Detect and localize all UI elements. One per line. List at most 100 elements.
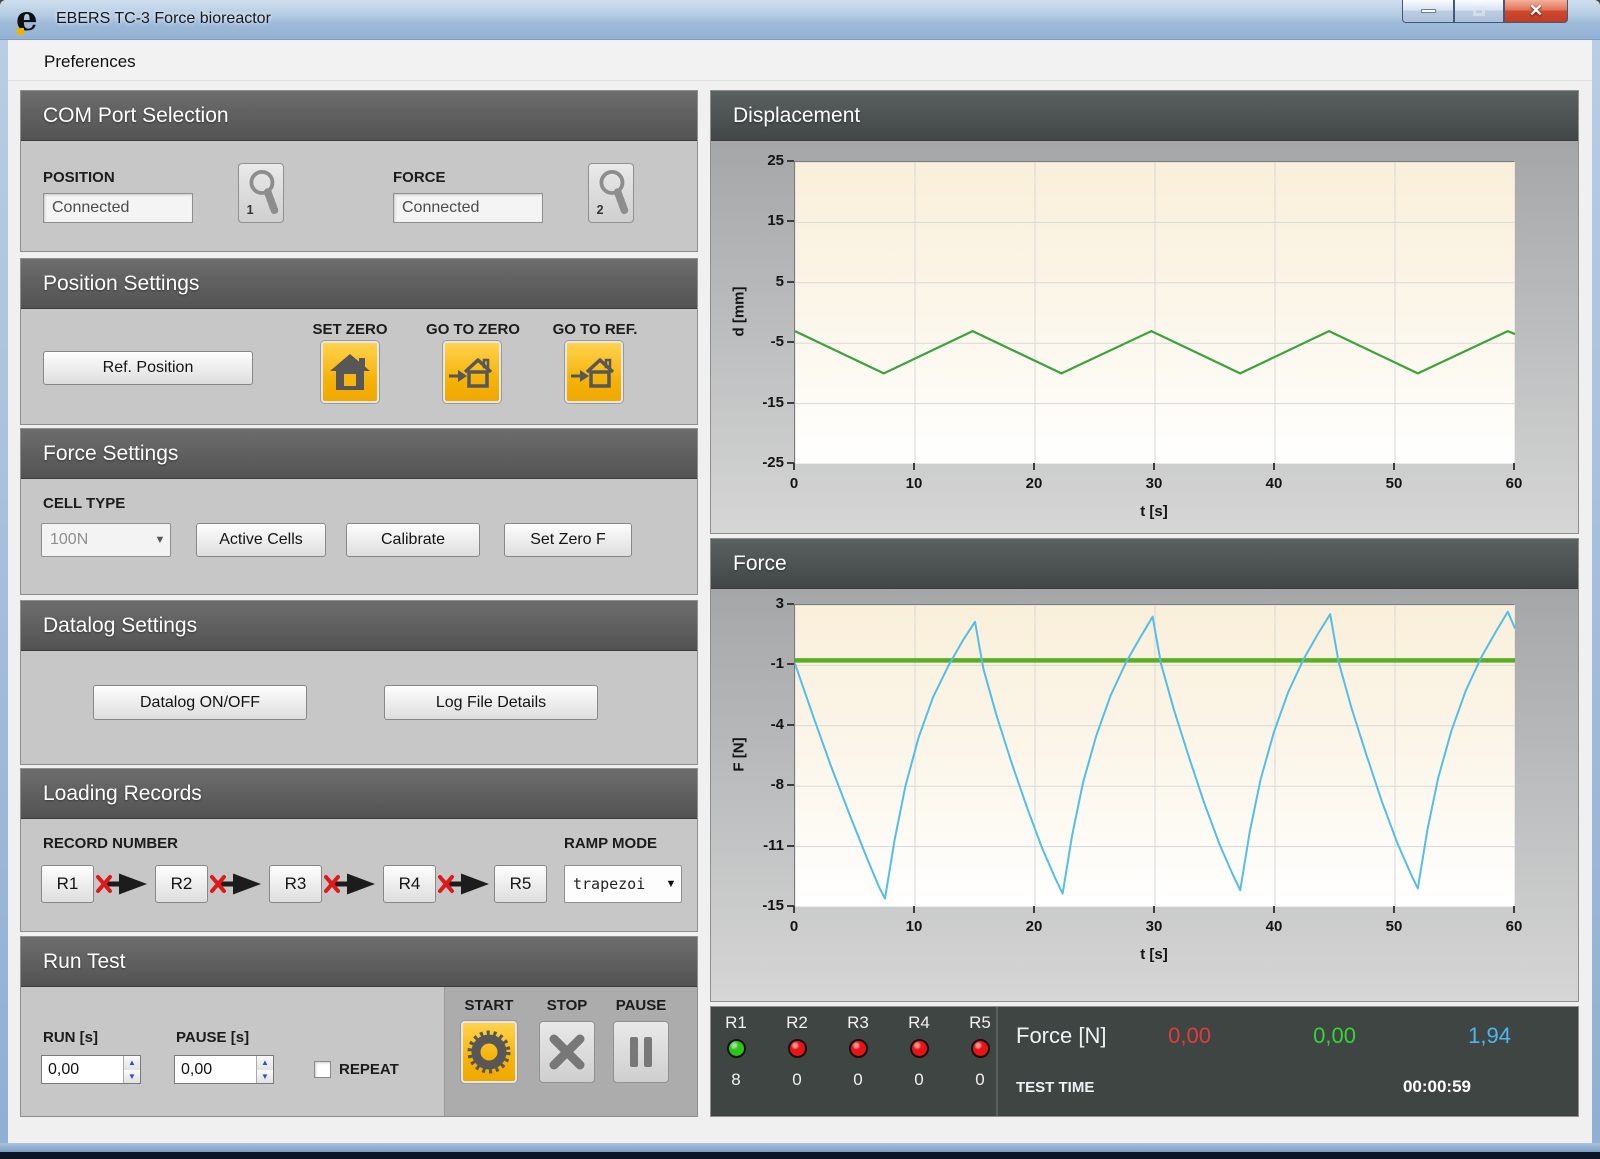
led-R3 (849, 1039, 868, 1058)
spin-up-button[interactable]: ▲ (257, 1056, 273, 1070)
ramp-mode-value: trapezoi (565, 875, 661, 893)
led-R4 (910, 1039, 929, 1058)
x-tick (913, 463, 915, 470)
cell-type-value: 100N (42, 531, 150, 549)
spin-down-button[interactable]: ▼ (257, 1070, 273, 1084)
set-zero-button[interactable] (321, 341, 379, 403)
record-led-column: R4 0 (897, 1013, 941, 1090)
y-tick-label: 25 (738, 152, 784, 169)
x-tick (1033, 906, 1035, 913)
record-led-column: R18 (714, 1013, 758, 1090)
record-button-R1[interactable]: R1 (41, 865, 94, 903)
y-tick-label: -15 (738, 897, 784, 914)
x-tick-label: 30 (1131, 918, 1177, 935)
panel-loading-records-header: Loading Records (21, 769, 697, 819)
led-label: R4 (897, 1013, 941, 1033)
com-search-force-button[interactable]: 2 (588, 163, 634, 223)
spin-down-button[interactable]: ▼ (124, 1070, 140, 1084)
x-tick-label: 40 (1251, 918, 1297, 935)
force-value-0: 0,00 (1119, 1023, 1211, 1049)
y-tick (787, 341, 794, 343)
stop-button[interactable] (539, 1021, 595, 1083)
y-tick (787, 784, 794, 786)
set-zero-f-button[interactable]: Set Zero F (504, 523, 632, 557)
cell-type-select[interactable]: 100N ▼ (41, 523, 171, 557)
repeat-checkbox[interactable] (314, 1061, 331, 1078)
panel-datalog-settings: Datalog Settings Datalog ON/OFF Log File… (20, 600, 698, 765)
record-count: 0 (897, 1070, 941, 1090)
cell-type-label: CELL TYPE (43, 495, 125, 512)
force-label: FORCE (393, 169, 446, 186)
panel-force-settings: Force Settings CELL TYPE 100N ▼ Active C… (20, 428, 698, 595)
active-cells-button[interactable]: Active Cells (196, 523, 326, 557)
start-button[interactable] (461, 1021, 517, 1083)
panel-force-settings-header: Force Settings (21, 429, 697, 479)
x-tick-label: 20 (1011, 475, 1057, 492)
gear-icon (466, 1027, 512, 1077)
set-zero-label: SET ZERO (305, 321, 395, 338)
y-tick (787, 402, 794, 404)
y-tick-label: -25 (738, 454, 784, 471)
panel-run-test-header: Run Test (21, 937, 697, 987)
go-to-ref-label: GO TO REF. (543, 321, 647, 338)
go-to-ref-button[interactable] (565, 341, 623, 403)
stop-x-icon (545, 1030, 589, 1074)
y-tick-label: -15 (738, 394, 784, 411)
window-border-left (0, 40, 8, 1151)
chevron-down-icon: ▼ (661, 878, 681, 890)
led-R2 (788, 1039, 807, 1058)
window-title: EBERS TC-3 Force bioreactor (56, 10, 271, 28)
y-tick (787, 281, 794, 283)
log-file-details-button[interactable]: Log File Details (384, 685, 598, 720)
record-button-R2[interactable]: R2 (155, 865, 208, 903)
x-tick-label: 0 (771, 918, 817, 935)
record-arrow-icon (95, 871, 153, 897)
titlebar[interactable]: e EBERS TC-3 Force bioreactor ✕ (0, 0, 1600, 40)
record-button-R4[interactable]: R4 (383, 865, 436, 903)
x-tick-label: 50 (1371, 918, 1417, 935)
house-icon (328, 350, 372, 394)
pause-label: PAUSE (613, 997, 669, 1014)
y-tick-label: -1 (738, 655, 784, 672)
com-search-position-button[interactable]: 1 (238, 163, 284, 223)
y-tick-label: -11 (738, 837, 784, 854)
menu-preferences[interactable]: Preferences (36, 50, 144, 74)
panel-displacement: Displacement 25155-5-15-250102030405060t… (710, 90, 1579, 534)
pause-button[interactable] (613, 1021, 669, 1083)
ref-position-button[interactable]: Ref. Position (43, 351, 253, 385)
svg-text:1: 1 (247, 203, 254, 217)
window-border-bottom (0, 1143, 1600, 1152)
x-tick (1273, 463, 1275, 470)
x-tick (1393, 463, 1395, 470)
force-plot-area (794, 604, 1514, 906)
svg-text:2: 2 (597, 203, 604, 217)
x-tick-label: 60 (1491, 475, 1537, 492)
force-value-1: 0,00 (1264, 1023, 1356, 1049)
minimize-icon (1421, 9, 1436, 13)
panel-force-header: Force (711, 539, 1578, 589)
y-tick (787, 845, 794, 847)
minimize-button[interactable] (1402, 0, 1454, 23)
go-to-zero-button[interactable] (443, 341, 501, 403)
pause-seconds-input[interactable]: 0,00 ▲▼ (174, 1055, 274, 1084)
displacement-chart: 25155-5-15-250102030405060t [s]d [mm] (711, 141, 1578, 533)
ramp-mode-select[interactable]: trapezoi ▼ (564, 865, 682, 903)
y-tick-label: 3 (738, 595, 784, 612)
x-tick (913, 906, 915, 913)
record-button-R5[interactable]: R5 (494, 865, 547, 903)
close-button[interactable]: ✕ (1504, 0, 1568, 23)
go-to-zero-label: GO TO ZERO (421, 321, 525, 338)
run-seconds-input[interactable]: 0,00 ▲▼ (41, 1055, 141, 1084)
run-seconds-label: RUN [s] (43, 1029, 98, 1046)
maximize-button[interactable] (1454, 0, 1504, 23)
x-tick (1513, 463, 1515, 470)
maximize-icon (1473, 6, 1485, 16)
x-tick (793, 463, 795, 470)
datalog-onoff-button[interactable]: Datalog ON/OFF (93, 685, 307, 720)
start-label: START (461, 997, 517, 1014)
record-led-column: R20 (775, 1013, 819, 1090)
calibrate-button[interactable]: Calibrate (346, 523, 480, 557)
record-button-R3[interactable]: R3 (269, 865, 322, 903)
close-icon: ✕ (1529, 1, 1543, 21)
spin-up-button[interactable]: ▲ (124, 1056, 140, 1070)
